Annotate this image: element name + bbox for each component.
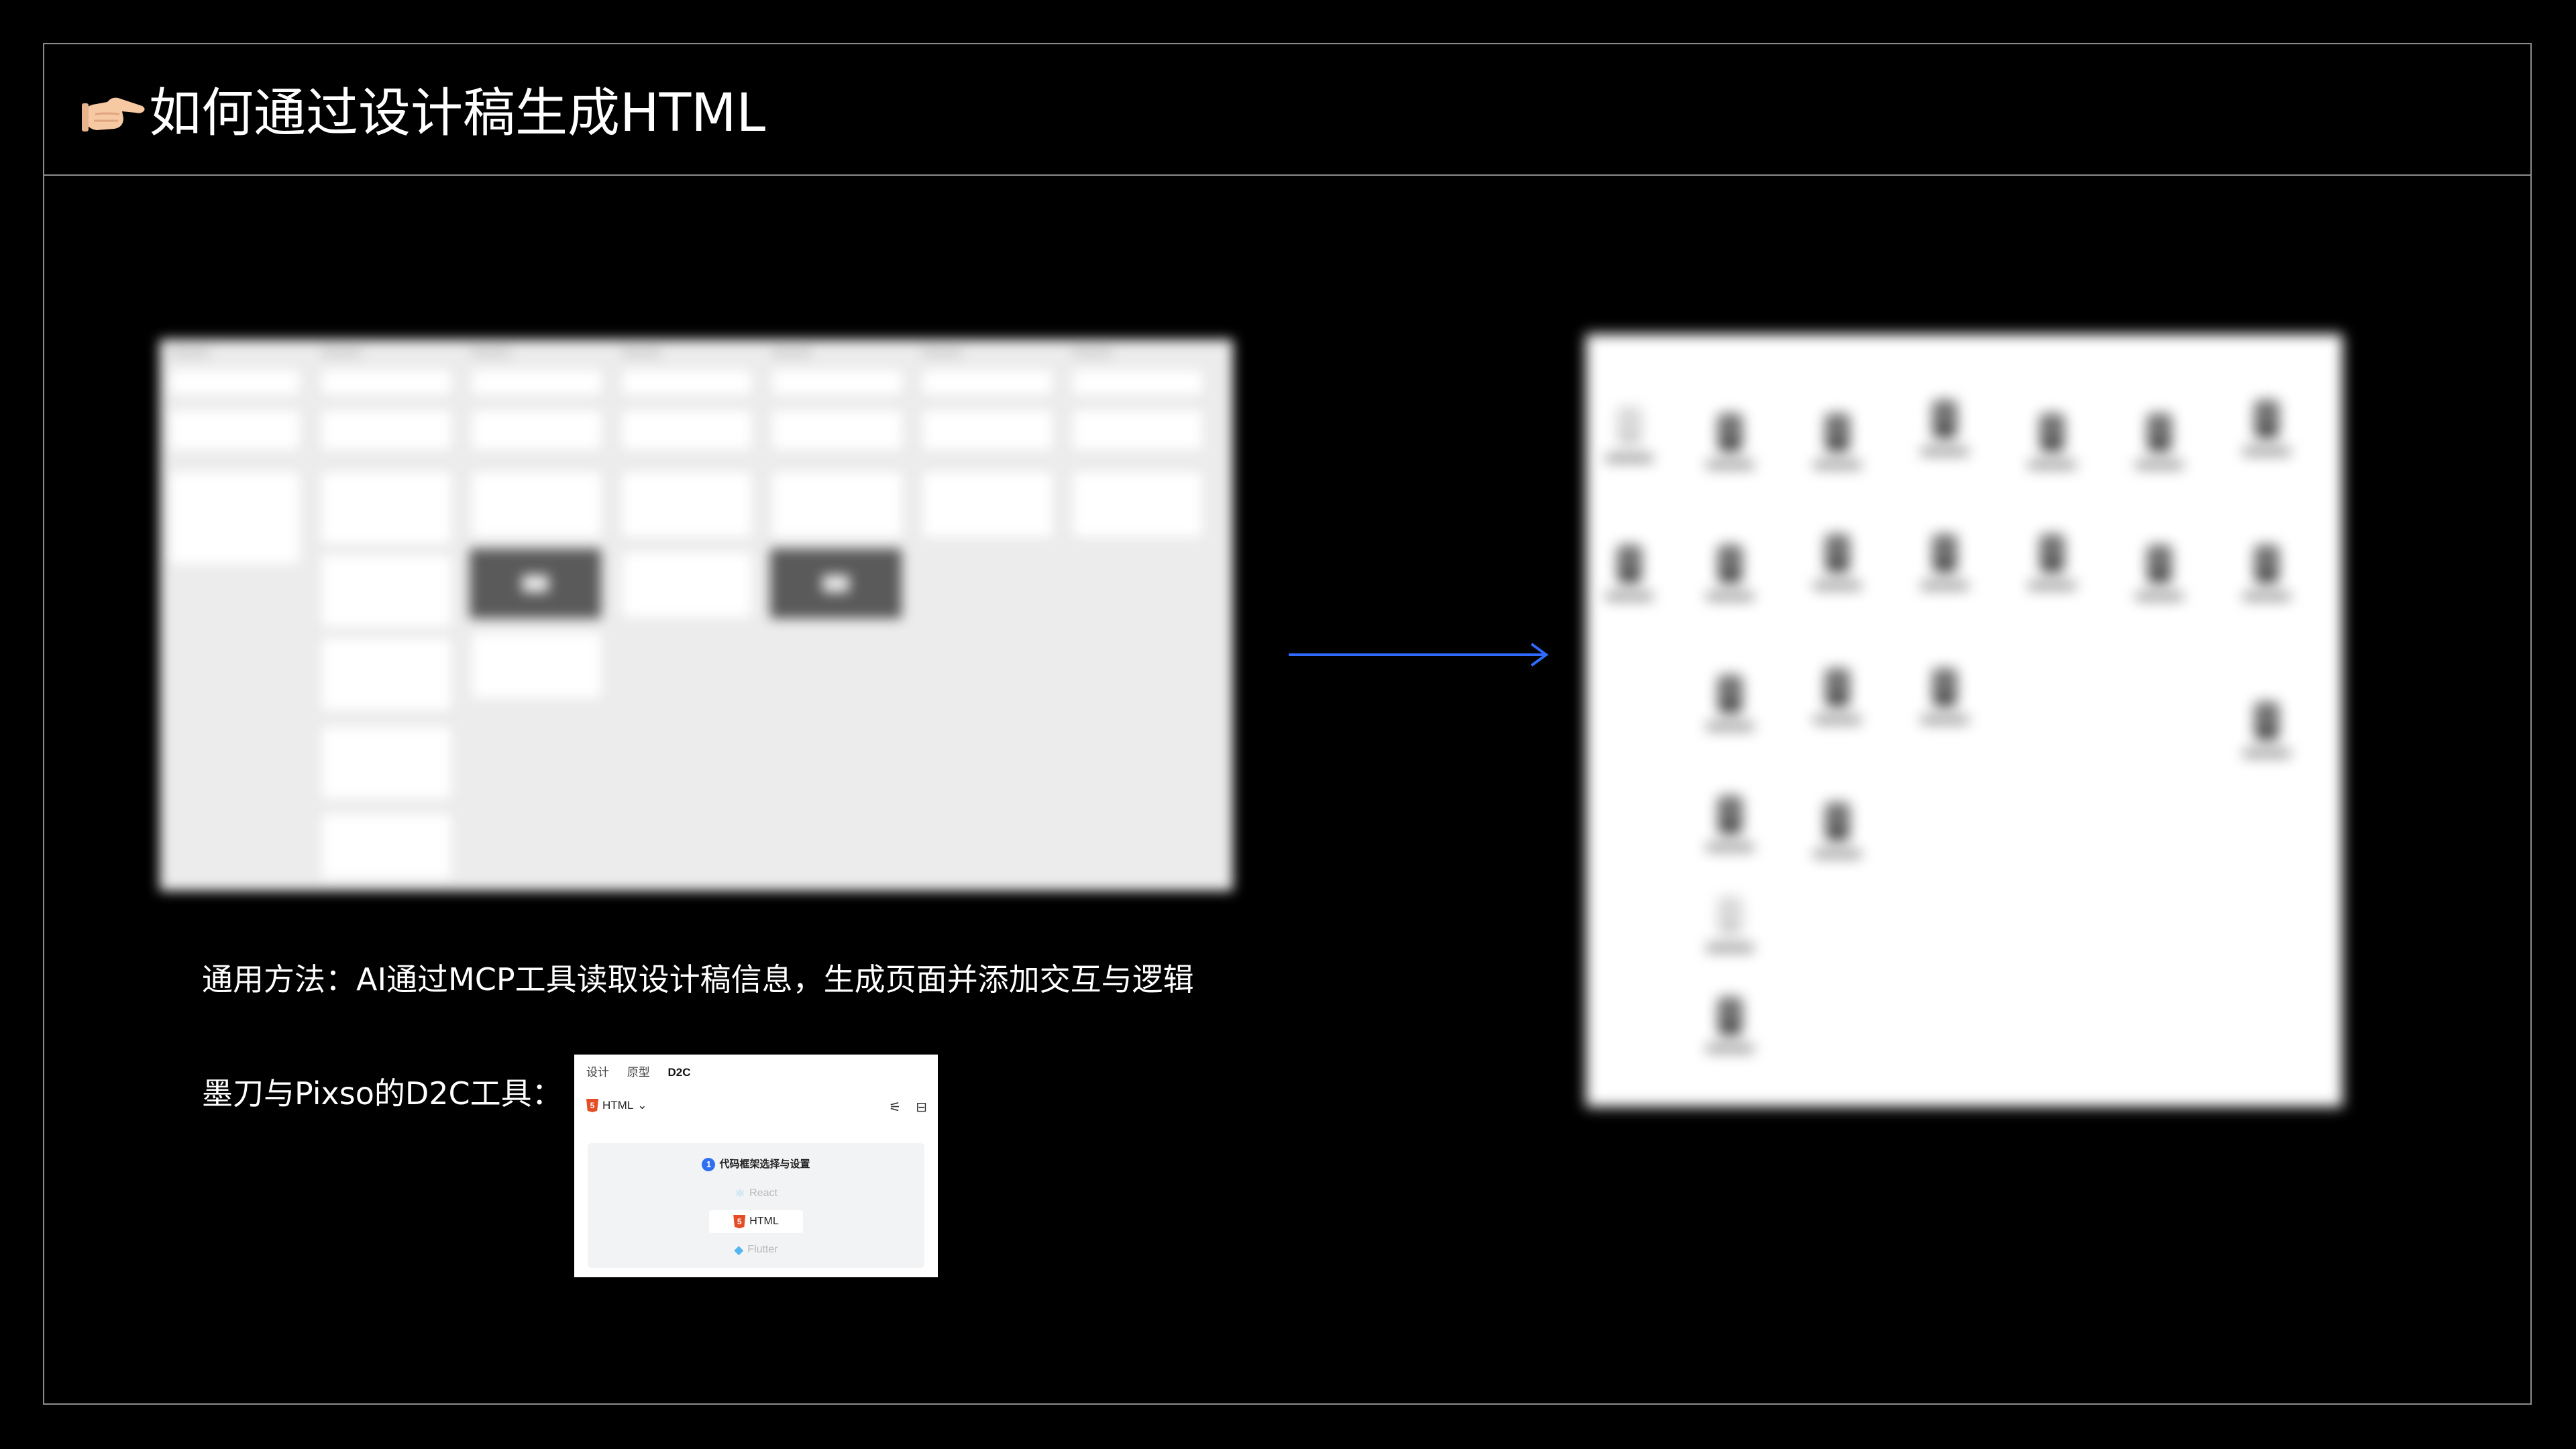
title-bar: 如何通过设计稿生成HTML: [44, 44, 2530, 176]
file-icon: [2243, 401, 2290, 475]
panel-toolbar: ⚟ ⊟: [889, 1099, 927, 1116]
design-draft-preview: [160, 339, 1233, 891]
board-column: [1067, 349, 1206, 879]
file-icon: [1707, 797, 1754, 871]
board-column: [916, 349, 1056, 879]
slide-frame: 如何通过设计稿生成HTML 通用方法：AI通过MCP工具读取设计稿信息，生成页面…: [43, 43, 2532, 1405]
file-icon: [1707, 546, 1754, 620]
file-icon: [1921, 401, 1968, 475]
html5-icon: 5: [733, 1215, 746, 1228]
option-html-label: HTML: [749, 1216, 779, 1227]
file-icon: [1707, 898, 1754, 971]
file-icon: [1814, 669, 1861, 743]
package-icon[interactable]: ⊟: [916, 1099, 927, 1116]
method-caption: 通用方法：AI通过MCP工具读取设计稿信息，生成页面并添加交互与逻辑: [202, 961, 1194, 998]
framework-settings-section: 1 代码框架选择与设置 ⚛ React 5 HTML ◆ Flutter: [588, 1143, 924, 1268]
step-title-text: 代码框架选择与设置: [719, 1159, 810, 1170]
file-icon: [1707, 415, 1754, 488]
file-icon: [2243, 546, 2290, 620]
file-icon: [1707, 676, 1754, 750]
option-html[interactable]: 5 HTML: [709, 1210, 803, 1233]
react-icon: ⚛: [735, 1186, 746, 1200]
file-icon: [1814, 535, 1861, 609]
file-icon: [2243, 703, 2290, 777]
board-column: [766, 349, 906, 879]
file-icon: [1814, 804, 1861, 877]
page-title: 如何通过设计稿生成HTML: [149, 83, 766, 144]
generated-html-files-preview: [1586, 334, 2343, 1107]
pointing-hand-icon: [82, 97, 145, 131]
board-column: [315, 349, 455, 881]
file-icon: [1707, 998, 1754, 1072]
file-icon: [2136, 546, 2183, 620]
step-title: 1 代码框架选择与设置: [588, 1157, 924, 1171]
html5-icon: 5: [586, 1099, 598, 1112]
file-icon: [1606, 408, 1653, 482]
right-arrow-icon: [1289, 643, 1549, 667]
file-icon: [2029, 415, 2076, 488]
panel-tabs: 设计 原型 D2C: [586, 1063, 705, 1079]
file-icon: [2029, 535, 2076, 609]
tools-caption: 墨刀与Pixso的D2C工具：: [202, 1075, 563, 1112]
flutter-icon: ◆: [734, 1242, 744, 1256]
board-column: [466, 349, 605, 879]
file-icon: [1921, 535, 1968, 609]
option-flutter[interactable]: ◆ Flutter: [709, 1238, 803, 1261]
tab-design[interactable]: 设计: [586, 1066, 609, 1079]
option-flutter-label: Flutter: [747, 1244, 778, 1255]
file-icon: [1814, 415, 1861, 488]
tab-prototype[interactable]: 原型: [627, 1066, 650, 1079]
option-react-label: React: [749, 1187, 777, 1199]
settings-sliders-icon[interactable]: ⚟: [889, 1099, 901, 1116]
tab-d2c[interactable]: D2C: [667, 1066, 690, 1079]
option-react[interactable]: ⚛ React: [709, 1182, 803, 1205]
chevron-down-icon: ⌄: [637, 1099, 647, 1112]
d2c-tool-panel: 设计 原型 D2C 5 HTML ⌄ ⚟ ⊟ 1 代码框架选择与设置 ⚛ Reac…: [574, 1055, 938, 1277]
file-icon: [1921, 669, 1968, 743]
board-column: [164, 349, 303, 879]
framework-label: HTML: [602, 1099, 634, 1112]
step-number: 1: [702, 1158, 716, 1171]
file-icon: [2136, 415, 2183, 488]
file-icon: [1606, 546, 1653, 620]
framework-select[interactable]: 5 HTML ⌄: [586, 1099, 647, 1112]
board-column: [616, 349, 755, 879]
